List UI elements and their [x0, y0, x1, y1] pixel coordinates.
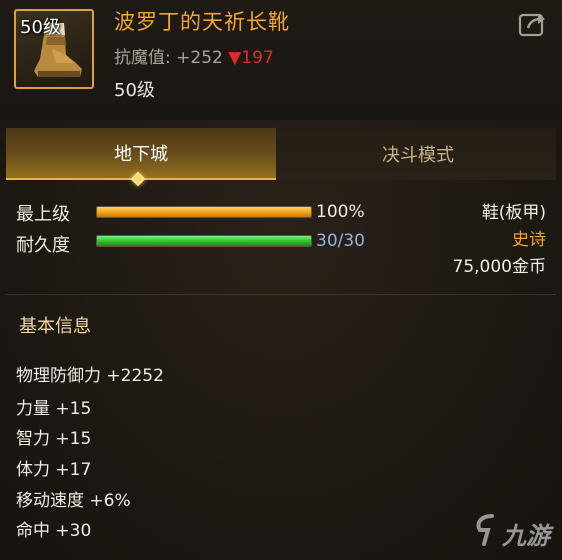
top-level-value: 100%	[316, 202, 365, 222]
item-level-badge: 50级	[20, 17, 61, 38]
durability-bar-fill	[97, 236, 311, 246]
magic-resist-value: 抗魔值: +252	[114, 48, 223, 68]
required-level: 50级	[114, 80, 155, 101]
rarity-label: 史诗	[512, 230, 546, 250]
stat-line: 力量 +15	[16, 399, 92, 419]
item-name: 波罗丁的天祈长靴	[114, 10, 290, 34]
stat-line: 体力 +17	[16, 460, 92, 480]
durability-bar	[96, 235, 312, 247]
watermark-text: 九游	[502, 522, 550, 550]
basic-info-title: 基本信息	[19, 316, 91, 337]
top-level-bar	[96, 206, 312, 218]
jiuyou-logo-mark	[476, 514, 494, 546]
equipment-slot-type: 鞋(板甲)	[481, 203, 546, 223]
tab-dungeon[interactable]: 地下城	[6, 128, 276, 180]
section-divider	[6, 294, 556, 295]
top-level-bar-fill	[97, 207, 311, 217]
top-level-label: 最上级	[16, 204, 70, 225]
mode-tabs: 地下城 决斗模式	[6, 128, 556, 180]
durability-value: 30/30	[316, 231, 365, 251]
share-export-icon[interactable]	[518, 10, 548, 38]
jiuyou-logo: 九游	[472, 512, 556, 552]
stat-line: 智力 +15	[16, 429, 92, 449]
tab-pvp-mode[interactable]: 决斗模式	[280, 128, 556, 180]
item-tooltip-panel: 50级 波罗丁的天祈长靴 抗魔值: +252 ▼197 50级 地下城 决斗模式…	[0, 0, 562, 560]
item-header: 50级 波罗丁的天祈长靴 抗魔值: +252 ▼197 50级	[0, 0, 562, 120]
sell-price: 75,000金币	[452, 257, 546, 277]
stat-line: 物理防御力 +2252	[16, 366, 164, 386]
magic-resist-delta: ▼197	[228, 48, 274, 68]
stat-line: 移动速度 +6%	[16, 491, 131, 511]
magic-resist-line: 抗魔值: +252 ▼197	[114, 43, 274, 68]
item-icon-frame[interactable]: 50级	[14, 9, 94, 89]
durability-label: 耐久度	[16, 235, 70, 256]
stat-line: 命中 +30	[16, 521, 92, 541]
